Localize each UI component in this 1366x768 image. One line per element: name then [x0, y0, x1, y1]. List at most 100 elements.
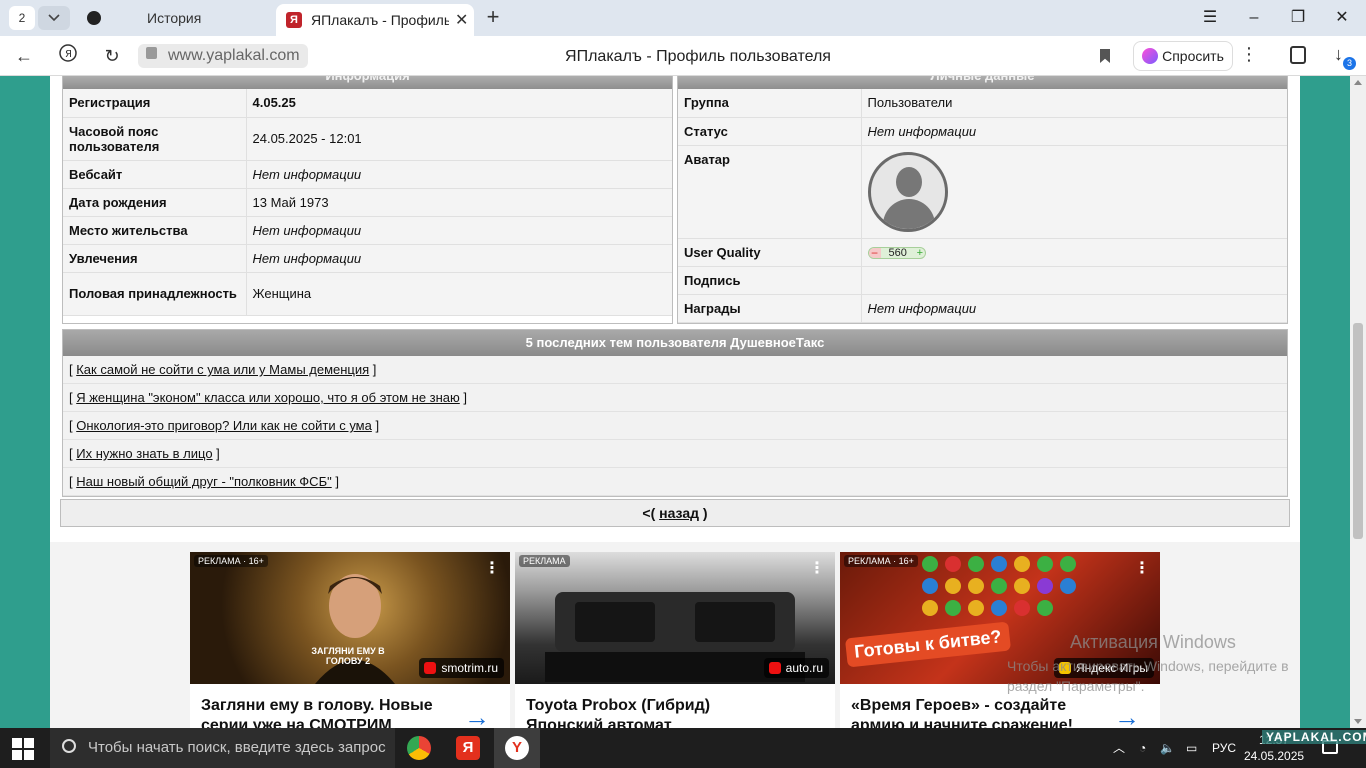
- tab-history[interactable]: История: [80, 4, 270, 32]
- back-arrow-icon[interactable]: ←: [12, 44, 36, 68]
- yandex-icon[interactable]: Я: [56, 44, 80, 68]
- clock-date: 24.05.2025: [1244, 749, 1305, 763]
- vote-down-button[interactable]: −: [868, 247, 881, 259]
- avatar-cell: [861, 145, 1287, 239]
- back-link[interactable]: назад: [659, 505, 699, 521]
- gems-grid-icon: [922, 556, 1076, 616]
- new-tab-button[interactable]: +: [481, 6, 505, 30]
- field-value: Пользователи: [861, 89, 1287, 118]
- field-value: Нет информации: [246, 244, 672, 273]
- table-row: Место жительства Нет информации: [63, 216, 672, 245]
- field-label: Половая принадлежность: [63, 272, 247, 316]
- yandex-browser-icon[interactable]: Y: [505, 736, 529, 760]
- address-bar: ← Я ↻ www.yaplakal.com ЯПлакалъ - Профил…: [0, 36, 1366, 76]
- ad-title[interactable]: Toyota Probox (Гибрид) Японский автомат …: [526, 696, 776, 728]
- arrow-right-icon[interactable]: →: [464, 702, 490, 728]
- ad-source[interactable]: auto.ru: [763, 658, 829, 678]
- download-icon[interactable]: ↓: [1334, 44, 1343, 65]
- ad-badge: РЕКЛАМА: [519, 555, 570, 567]
- minimize-button[interactable]: –: [1239, 6, 1269, 30]
- avatar[interactable]: [867, 151, 948, 232]
- arrow-right-icon[interactable]: →: [1114, 702, 1140, 728]
- chrome-icon[interactable]: [407, 736, 431, 760]
- tab-profile[interactable]: Я ЯПлакалъ - Профиль п ✕: [276, 4, 474, 36]
- user-quality-widget: − 560 +: [867, 246, 926, 259]
- table-row: Награды Нет информации: [678, 294, 1287, 323]
- reload-icon[interactable]: ↻: [100, 44, 124, 68]
- field-value: Женщина: [246, 272, 672, 316]
- topic-link[interactable]: Их нужно знать в лицо: [76, 446, 212, 461]
- language-indicator[interactable]: РУС: [1212, 728, 1236, 768]
- list-item: [ Я женщина "эконом" класса или хорошо, …: [63, 384, 1287, 412]
- field-label: Увлечения: [63, 244, 247, 273]
- ad-badge: РЕКЛАМА · 16+: [844, 555, 918, 567]
- more-icon[interactable]: ⋮: [484, 558, 500, 578]
- menu-icon[interactable]: ☰: [1195, 6, 1225, 30]
- ask-button[interactable]: Спросить: [1133, 41, 1233, 71]
- table-row: Статус Нет информации: [678, 117, 1287, 146]
- table-row: Подпись: [678, 266, 1287, 295]
- yandex-app-icon[interactable]: Я: [456, 736, 480, 760]
- site-logo-watermark: YAPLAKAL.COM: [1262, 730, 1366, 744]
- tab-label: ЯПлакалъ - Профиль п: [311, 12, 449, 28]
- topic-link[interactable]: Наш новый общий друг - "полковник ФСБ": [76, 474, 331, 489]
- field-value: − 560 +: [861, 238, 1287, 267]
- ad-image-caption: ЗАГЛЯНИ ЕМУ В ГОЛОВУ 2: [311, 646, 385, 666]
- back-suffix: ): [702, 505, 708, 521]
- table-row: Увлечения Нет информации: [63, 244, 672, 273]
- topic-link[interactable]: Онкология-это приговор? Или как не сойти…: [76, 418, 372, 433]
- close-icon[interactable]: ✕: [455, 10, 468, 30]
- list-item: [ Онкология-это приговор? Или как не сой…: [63, 412, 1287, 440]
- topic-link[interactable]: Как самой не сойти с ума или у Мамы деме…: [76, 362, 369, 377]
- field-value: Нет информации: [861, 294, 1287, 323]
- more-icon[interactable]: ⋮: [1240, 44, 1258, 65]
- lock-icon[interactable]: [146, 47, 157, 59]
- clock-icon: [87, 11, 101, 25]
- scroll-thumb[interactable]: [1353, 323, 1363, 539]
- collections-icon[interactable]: [1290, 46, 1306, 64]
- vote-up-button[interactable]: +: [915, 247, 925, 259]
- field-label: Вебсайт: [63, 160, 247, 189]
- personal-panel: Личные данные Группа Пользователи Статус…: [677, 76, 1288, 324]
- topic-link[interactable]: Я женщина "эконом" класса или хорошо, чт…: [76, 390, 460, 405]
- network-icon[interactable]: ◔: [1139, 728, 1146, 768]
- field-label: Подпись: [678, 266, 862, 295]
- bookmark-icon[interactable]: [1100, 49, 1110, 63]
- scroll-up-icon[interactable]: [1354, 80, 1362, 85]
- window-close-button[interactable]: ✕: [1327, 6, 1357, 30]
- field-label: Аватар: [678, 145, 862, 239]
- volume-icon[interactable]: 🔈: [1160, 728, 1175, 768]
- ad-title[interactable]: Загляни ему в голову. Новые серии уже на…: [201, 696, 451, 728]
- url-text[interactable]: www.yaplakal.com: [138, 44, 308, 68]
- ad-title[interactable]: «Время Героев» - создайте армию и начнит…: [851, 696, 1101, 728]
- windows-start-icon[interactable]: [12, 738, 34, 760]
- search-icon: [62, 739, 76, 753]
- ad-source[interactable]: smotrim.ru: [419, 658, 504, 678]
- ad-source-label: smotrim.ru: [441, 661, 498, 675]
- alice-icon: [1142, 48, 1159, 64]
- field-label: Место жительства: [63, 216, 247, 245]
- keyboard-icon[interactable]: ▭: [1186, 728, 1197, 768]
- field-value: 24.05.2025 - 12:01: [246, 117, 672, 161]
- svg-text:Я: Я: [65, 49, 72, 60]
- user-quality-value: 560: [888, 246, 907, 259]
- field-value: 13 Май 1973: [246, 188, 672, 217]
- smotrim-icon: [424, 662, 437, 674]
- ad-card[interactable]: ЗАГЛЯНИ ЕМУ В ГОЛОВУ 2 РЕКЛАМА · 16+ ⋮ s…: [190, 552, 510, 728]
- chevron-up-icon[interactable]: ︿: [1113, 728, 1125, 768]
- taskbar-search[interactable]: Чтобы начать поиск, введите здесь запрос: [50, 728, 395, 768]
- page-scrollbar[interactable]: [1350, 76, 1366, 728]
- tab-counter[interactable]: 2: [9, 6, 35, 30]
- chevron-down-icon[interactable]: [38, 6, 70, 30]
- ad-card[interactable]: РЕКЛАМА ⋮ auto.ru Toyota Probox (Гибрид)…: [515, 552, 835, 728]
- topics-panel: 5 последних тем пользователя ДушевноеТак…: [62, 329, 1288, 497]
- url-field[interactable]: www.yaplakal.com ЯПлакалъ - Профиль поль…: [136, 41, 1126, 71]
- personal-table: Группа Пользователи Статус Нет информаци…: [678, 89, 1287, 323]
- more-icon[interactable]: ⋮: [1134, 558, 1150, 578]
- back-bar: <( назад ): [60, 499, 1290, 527]
- avatar-head-shape: [895, 166, 922, 197]
- restore-button[interactable]: ❐: [1283, 6, 1313, 30]
- scroll-down-icon[interactable]: [1354, 719, 1362, 724]
- more-icon[interactable]: ⋮: [809, 558, 825, 578]
- back-prefix: <(: [642, 505, 656, 521]
